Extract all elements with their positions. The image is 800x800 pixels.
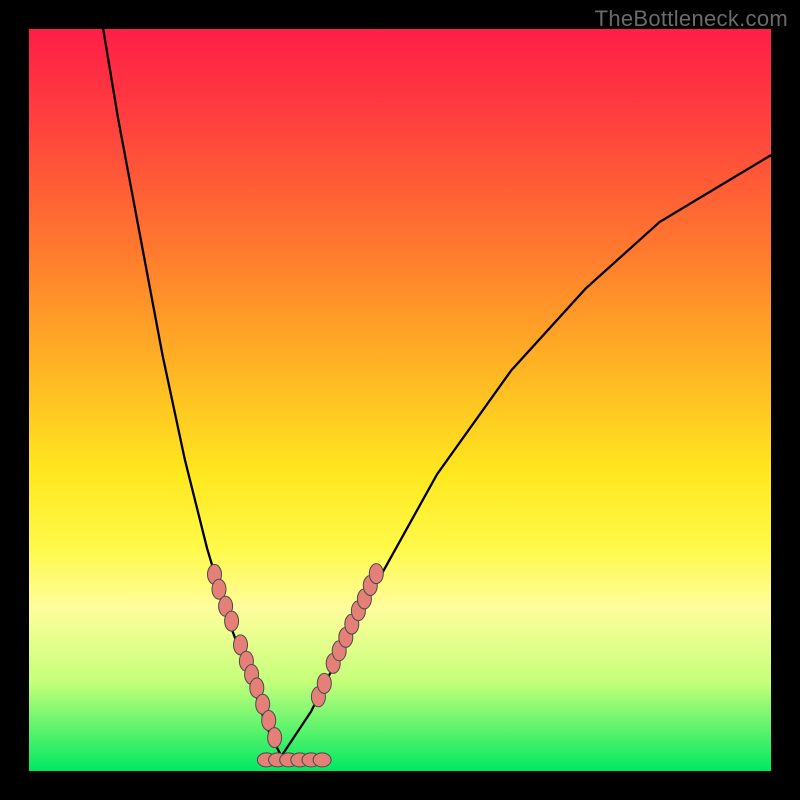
watermark-text: TheBottleneck.com bbox=[595, 6, 788, 32]
data-bead bbox=[268, 728, 282, 748]
data-bead bbox=[256, 694, 270, 714]
data-bead bbox=[219, 596, 233, 616]
data-bead bbox=[369, 564, 383, 584]
data-bead bbox=[250, 678, 264, 698]
data-bead bbox=[212, 579, 226, 599]
data-beads bbox=[208, 564, 384, 767]
data-bead bbox=[339, 627, 353, 647]
data-bead bbox=[326, 653, 340, 673]
data-bead bbox=[311, 687, 325, 707]
right-branch-curve bbox=[281, 155, 771, 756]
data-bead bbox=[345, 614, 359, 634]
data-bead bbox=[257, 753, 275, 767]
data-bead bbox=[317, 673, 331, 693]
data-bead bbox=[313, 753, 331, 767]
data-bead bbox=[225, 611, 239, 631]
data-bead bbox=[280, 753, 298, 767]
chart-area bbox=[29, 29, 771, 771]
data-bead bbox=[208, 564, 222, 584]
data-bead bbox=[351, 601, 365, 621]
data-bead bbox=[269, 753, 287, 767]
data-bead bbox=[357, 589, 371, 609]
data-bead bbox=[245, 665, 259, 685]
chart-svg bbox=[29, 29, 771, 771]
left-branch-curve bbox=[103, 29, 281, 756]
data-bead bbox=[363, 576, 377, 596]
data-bead bbox=[239, 651, 253, 671]
data-bead bbox=[262, 711, 276, 731]
data-bead bbox=[291, 753, 309, 767]
data-bead bbox=[234, 635, 248, 655]
data-bead bbox=[302, 753, 320, 767]
data-bead bbox=[332, 641, 346, 661]
